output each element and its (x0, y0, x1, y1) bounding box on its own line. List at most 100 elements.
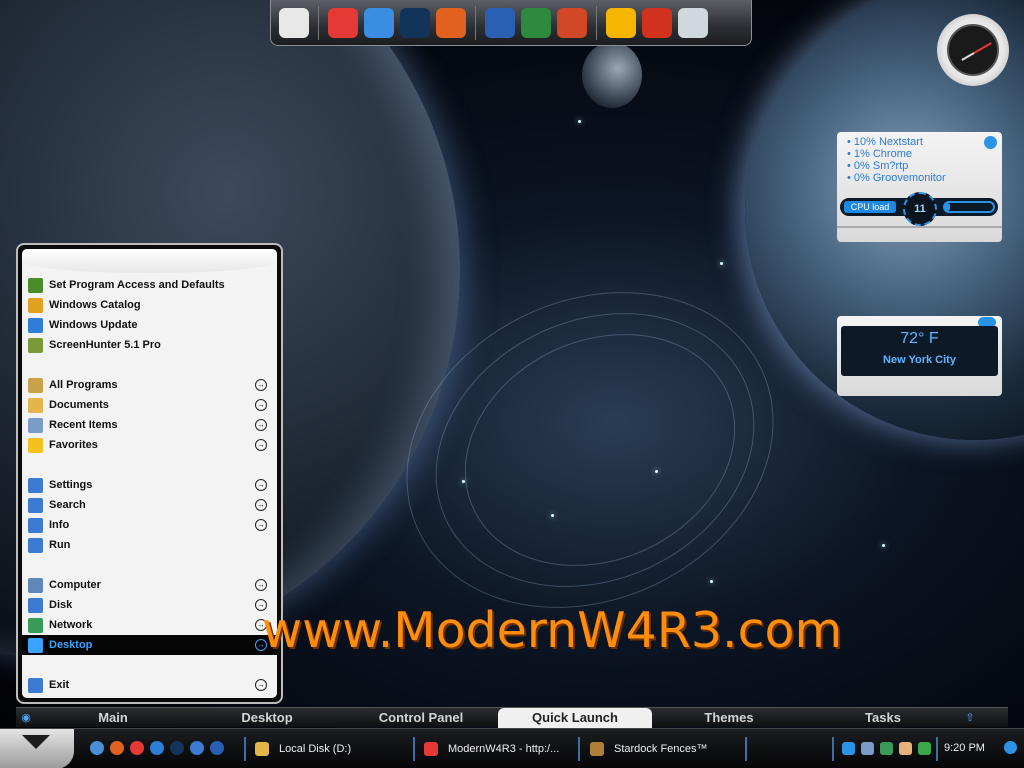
star (710, 580, 713, 583)
ie-icon[interactable] (150, 741, 164, 755)
menu-item-label: Exit (49, 679, 70, 691)
submenu-arrow-icon: → (255, 679, 267, 691)
tab-desktop[interactable]: Desktop (190, 710, 344, 725)
menu-item-screenhunter-5-1-pro[interactable]: ScreenHunter 5.1 Pro (22, 335, 277, 355)
ie-globe-icon[interactable] (90, 741, 104, 755)
menu-item-documents[interactable]: Documents → (22, 395, 277, 415)
clock-hand (961, 52, 975, 61)
chrome-icon[interactable] (130, 741, 144, 755)
tab-control-panel[interactable]: Control Panel (344, 710, 498, 725)
analog-clock-widget[interactable] (937, 14, 1009, 86)
network-icon[interactable] (861, 742, 874, 755)
chrome-icon[interactable] (328, 7, 358, 38)
menu-item-label: Set Program Access and Defaults (49, 279, 225, 291)
taskbar-separator (745, 737, 747, 761)
weather-city: New York City (883, 354, 956, 366)
system-clock[interactable]: 9:20 PM (944, 742, 985, 754)
weather-panel: 72° F New York City (841, 326, 998, 376)
menu-item-desktop[interactable]: Desktop → (22, 635, 277, 655)
taskbar-separator (936, 737, 938, 761)
back-circle-icon[interactable]: ◉ (16, 708, 36, 728)
tab-tasks[interactable]: Tasks (806, 710, 960, 725)
settings-icon[interactable] (190, 741, 204, 755)
firefox-icon[interactable] (436, 7, 466, 38)
scroll-up-icon[interactable]: ⇧ (960, 708, 980, 728)
menu-item-label: Windows Catalog (49, 299, 141, 311)
menu-item-windows-catalog[interactable]: Windows Catalog (22, 295, 277, 315)
menu-spacer (22, 355, 277, 375)
weather-widget[interactable]: 72° F New York City (837, 316, 1002, 396)
moon (582, 42, 642, 108)
menu-item-computer[interactable]: Computer → (22, 575, 277, 595)
taskbar-task[interactable]: Stardock Fences™ (590, 739, 708, 759)
firefox-icon[interactable] (110, 741, 124, 755)
menu-item-label: Computer (49, 579, 101, 591)
tab-quick-launch[interactable]: Quick Launch (498, 707, 652, 728)
tab-themes[interactable]: Themes (652, 710, 806, 725)
menu-item-info[interactable]: Info → (22, 515, 277, 535)
dock-separator (596, 5, 597, 40)
menu-item-icon (28, 597, 43, 613)
menu-item-set-program-access-and-defaults[interactable]: Set Program Access and Defaults (22, 275, 277, 295)
media-player-icon[interactable] (210, 741, 224, 755)
star (655, 470, 658, 473)
taskbar-task[interactable]: Local Disk (D:) (255, 739, 351, 759)
excel-icon[interactable] (521, 7, 551, 38)
word-icon[interactable] (485, 7, 515, 38)
menu-item-label: Info (49, 519, 70, 531)
menu-item-disk[interactable]: Disk → (22, 595, 277, 615)
process-list: • 10% Nextstart • 1% Chrome • 0% Sm?rtp … (837, 132, 1002, 188)
menu-item-icon (28, 517, 43, 533)
earth-icon[interactable] (170, 741, 184, 755)
submenu-arrow-icon: → (255, 399, 267, 411)
menu-item-run[interactable]: Run (22, 535, 277, 555)
menu-item-favorites[interactable]: Favorites → (22, 435, 277, 455)
menu-item-icon (28, 297, 43, 313)
menu-header-cap (22, 249, 277, 273)
powerpoint-icon[interactable] (557, 7, 587, 38)
show-desktop-icon[interactable] (1004, 741, 1017, 754)
menu-item-icon (28, 337, 43, 353)
star (720, 262, 723, 265)
back-arrow-icon[interactable] (842, 742, 855, 755)
hand-icon[interactable] (899, 742, 912, 755)
process-item: • 0% Sm?rtp (847, 160, 909, 172)
menu-item-label: Documents (49, 399, 109, 411)
update-icon[interactable] (880, 742, 893, 755)
process-item: • 10% Nextstart (847, 136, 923, 148)
menu-item-settings[interactable]: Settings → (22, 475, 277, 495)
menu-spacer (22, 455, 277, 475)
star (578, 120, 581, 123)
menu-item-exit[interactable]: Exit → (22, 675, 277, 695)
start-button[interactable] (0, 729, 74, 768)
menu-item-all-programs[interactable]: All Programs → (22, 375, 277, 395)
menu-item-windows-update[interactable]: Windows Update (22, 315, 277, 335)
notepad-icon[interactable] (279, 7, 309, 38)
safari-icon[interactable] (364, 7, 394, 38)
winamp-icon[interactable] (606, 7, 636, 38)
task-label: Local Disk (D:) (279, 743, 352, 755)
pie-chart-icon (984, 136, 997, 149)
tab-main[interactable]: Main (36, 710, 190, 725)
menu-item-recent-items[interactable]: Recent Items → (22, 415, 277, 435)
dock-separator (475, 5, 476, 40)
ccleaner-icon[interactable] (642, 7, 672, 38)
earth-icon[interactable] (400, 7, 430, 38)
process-item: • 1% Chrome (847, 148, 912, 160)
info-icon[interactable] (918, 742, 931, 755)
taskbar-task[interactable]: ModernW4R3 - http:/... (424, 739, 559, 759)
cpu-load-bar (943, 201, 995, 213)
start-menu-list: Set Program Access and Defaults Windows C… (22, 249, 277, 698)
task-label: Stardock Fences™ (614, 743, 708, 755)
cpu-monitor-widget[interactable]: • 10% Nextstart • 1% Chrome • 0% Sm?rtp … (837, 132, 1002, 242)
menu-item-network[interactable]: Network → (22, 615, 277, 635)
app-dock (270, 0, 752, 46)
menu-item-search[interactable]: Search → (22, 495, 277, 515)
menu-item-icon (28, 537, 43, 553)
cpu-load-gauge: 11 (903, 192, 937, 226)
recycle-bin-icon[interactable] (678, 7, 708, 38)
menu-item-label: Run (49, 539, 71, 551)
menu-item-label: Search (49, 499, 86, 511)
taskbar-separator (832, 737, 834, 761)
task-icon (255, 742, 269, 756)
